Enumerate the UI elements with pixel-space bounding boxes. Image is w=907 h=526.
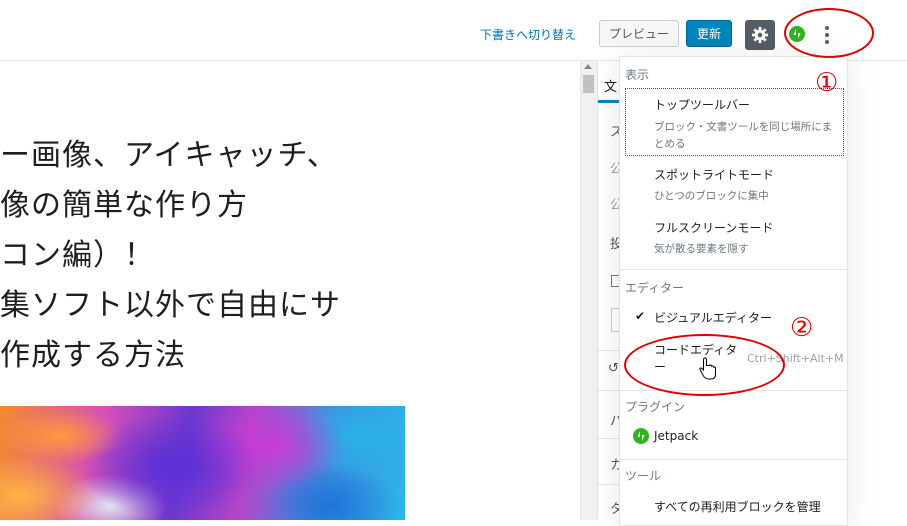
spotlight-mode-desc: ひとつのブロックに集中 xyxy=(654,190,769,202)
sidebar-divider xyxy=(598,484,620,485)
menu-separator xyxy=(620,459,847,460)
sidebar-divider xyxy=(598,390,620,391)
spotlight-mode-label: スポットライトモード xyxy=(654,168,775,182)
post-title-line[interactable]: 集ソフト以外で自由にサ xyxy=(0,280,341,324)
manage-reusable-blocks-item[interactable]: すべての再利用ブロックを管理 xyxy=(654,498,821,515)
check-icon: ✔ xyxy=(635,309,646,323)
scrollbar-thumb[interactable] xyxy=(583,75,594,93)
update-button[interactable]: 更新 xyxy=(686,20,732,47)
annotation-number-one: ① xyxy=(815,68,839,98)
sidebar-tab-document[interactable]: 文 xyxy=(604,76,617,95)
settings-button[interactable] xyxy=(745,20,775,50)
scroll-up-arrow-icon[interactable] xyxy=(584,64,592,69)
jetpack-label: Jetpack xyxy=(654,429,699,443)
post-title-line[interactable]: 像の簡単な作り方 xyxy=(0,180,248,224)
menu-separator xyxy=(620,269,847,270)
post-title-line[interactable]: コン編）！ xyxy=(0,230,155,274)
top-toolbar-label: トップツールバー xyxy=(654,98,751,112)
switch-to-draft-link[interactable]: 下書きへ切り替え xyxy=(480,26,576,43)
annotation-number-two: ② xyxy=(790,313,814,343)
menu-group-label-view: 表示 xyxy=(625,68,650,82)
history-icon[interactable]: ↺ xyxy=(608,361,619,376)
post-title-line[interactable]: 作成する方法 xyxy=(0,330,186,374)
post-title-line[interactable]: ー画像、アイキャッチ、 xyxy=(0,130,338,174)
fullscreen-mode-desc: 気が散る要素を隠す xyxy=(654,243,749,255)
sidebar-divider xyxy=(598,438,620,439)
visual-editor-label: ビジュアルエディター xyxy=(654,311,772,325)
fullscreen-mode-label: フルスクリーンモード xyxy=(654,221,774,235)
menu-group-label-plugins: プラグイン xyxy=(625,400,686,414)
menu-group-label-editor: エディター xyxy=(625,281,685,295)
annotation-circle-more-menu xyxy=(784,8,874,58)
jetpack-icon xyxy=(633,428,649,444)
gear-icon xyxy=(751,26,769,44)
top-toolbar-desc: ブロック・文書ツールを同じ場所にま xyxy=(654,121,833,133)
preview-button[interactable]: プレビュー xyxy=(599,20,679,47)
hand-pointer-icon xyxy=(699,357,716,380)
sidebar-divider xyxy=(598,350,620,351)
menu-group-label-tools: ツール xyxy=(625,469,662,483)
top-toolbar-desc: とめる xyxy=(654,138,686,150)
active-tab-indicator xyxy=(598,100,620,103)
editor-scrollbar[interactable] xyxy=(580,61,598,520)
featured-image-block[interactable] xyxy=(0,406,405,520)
